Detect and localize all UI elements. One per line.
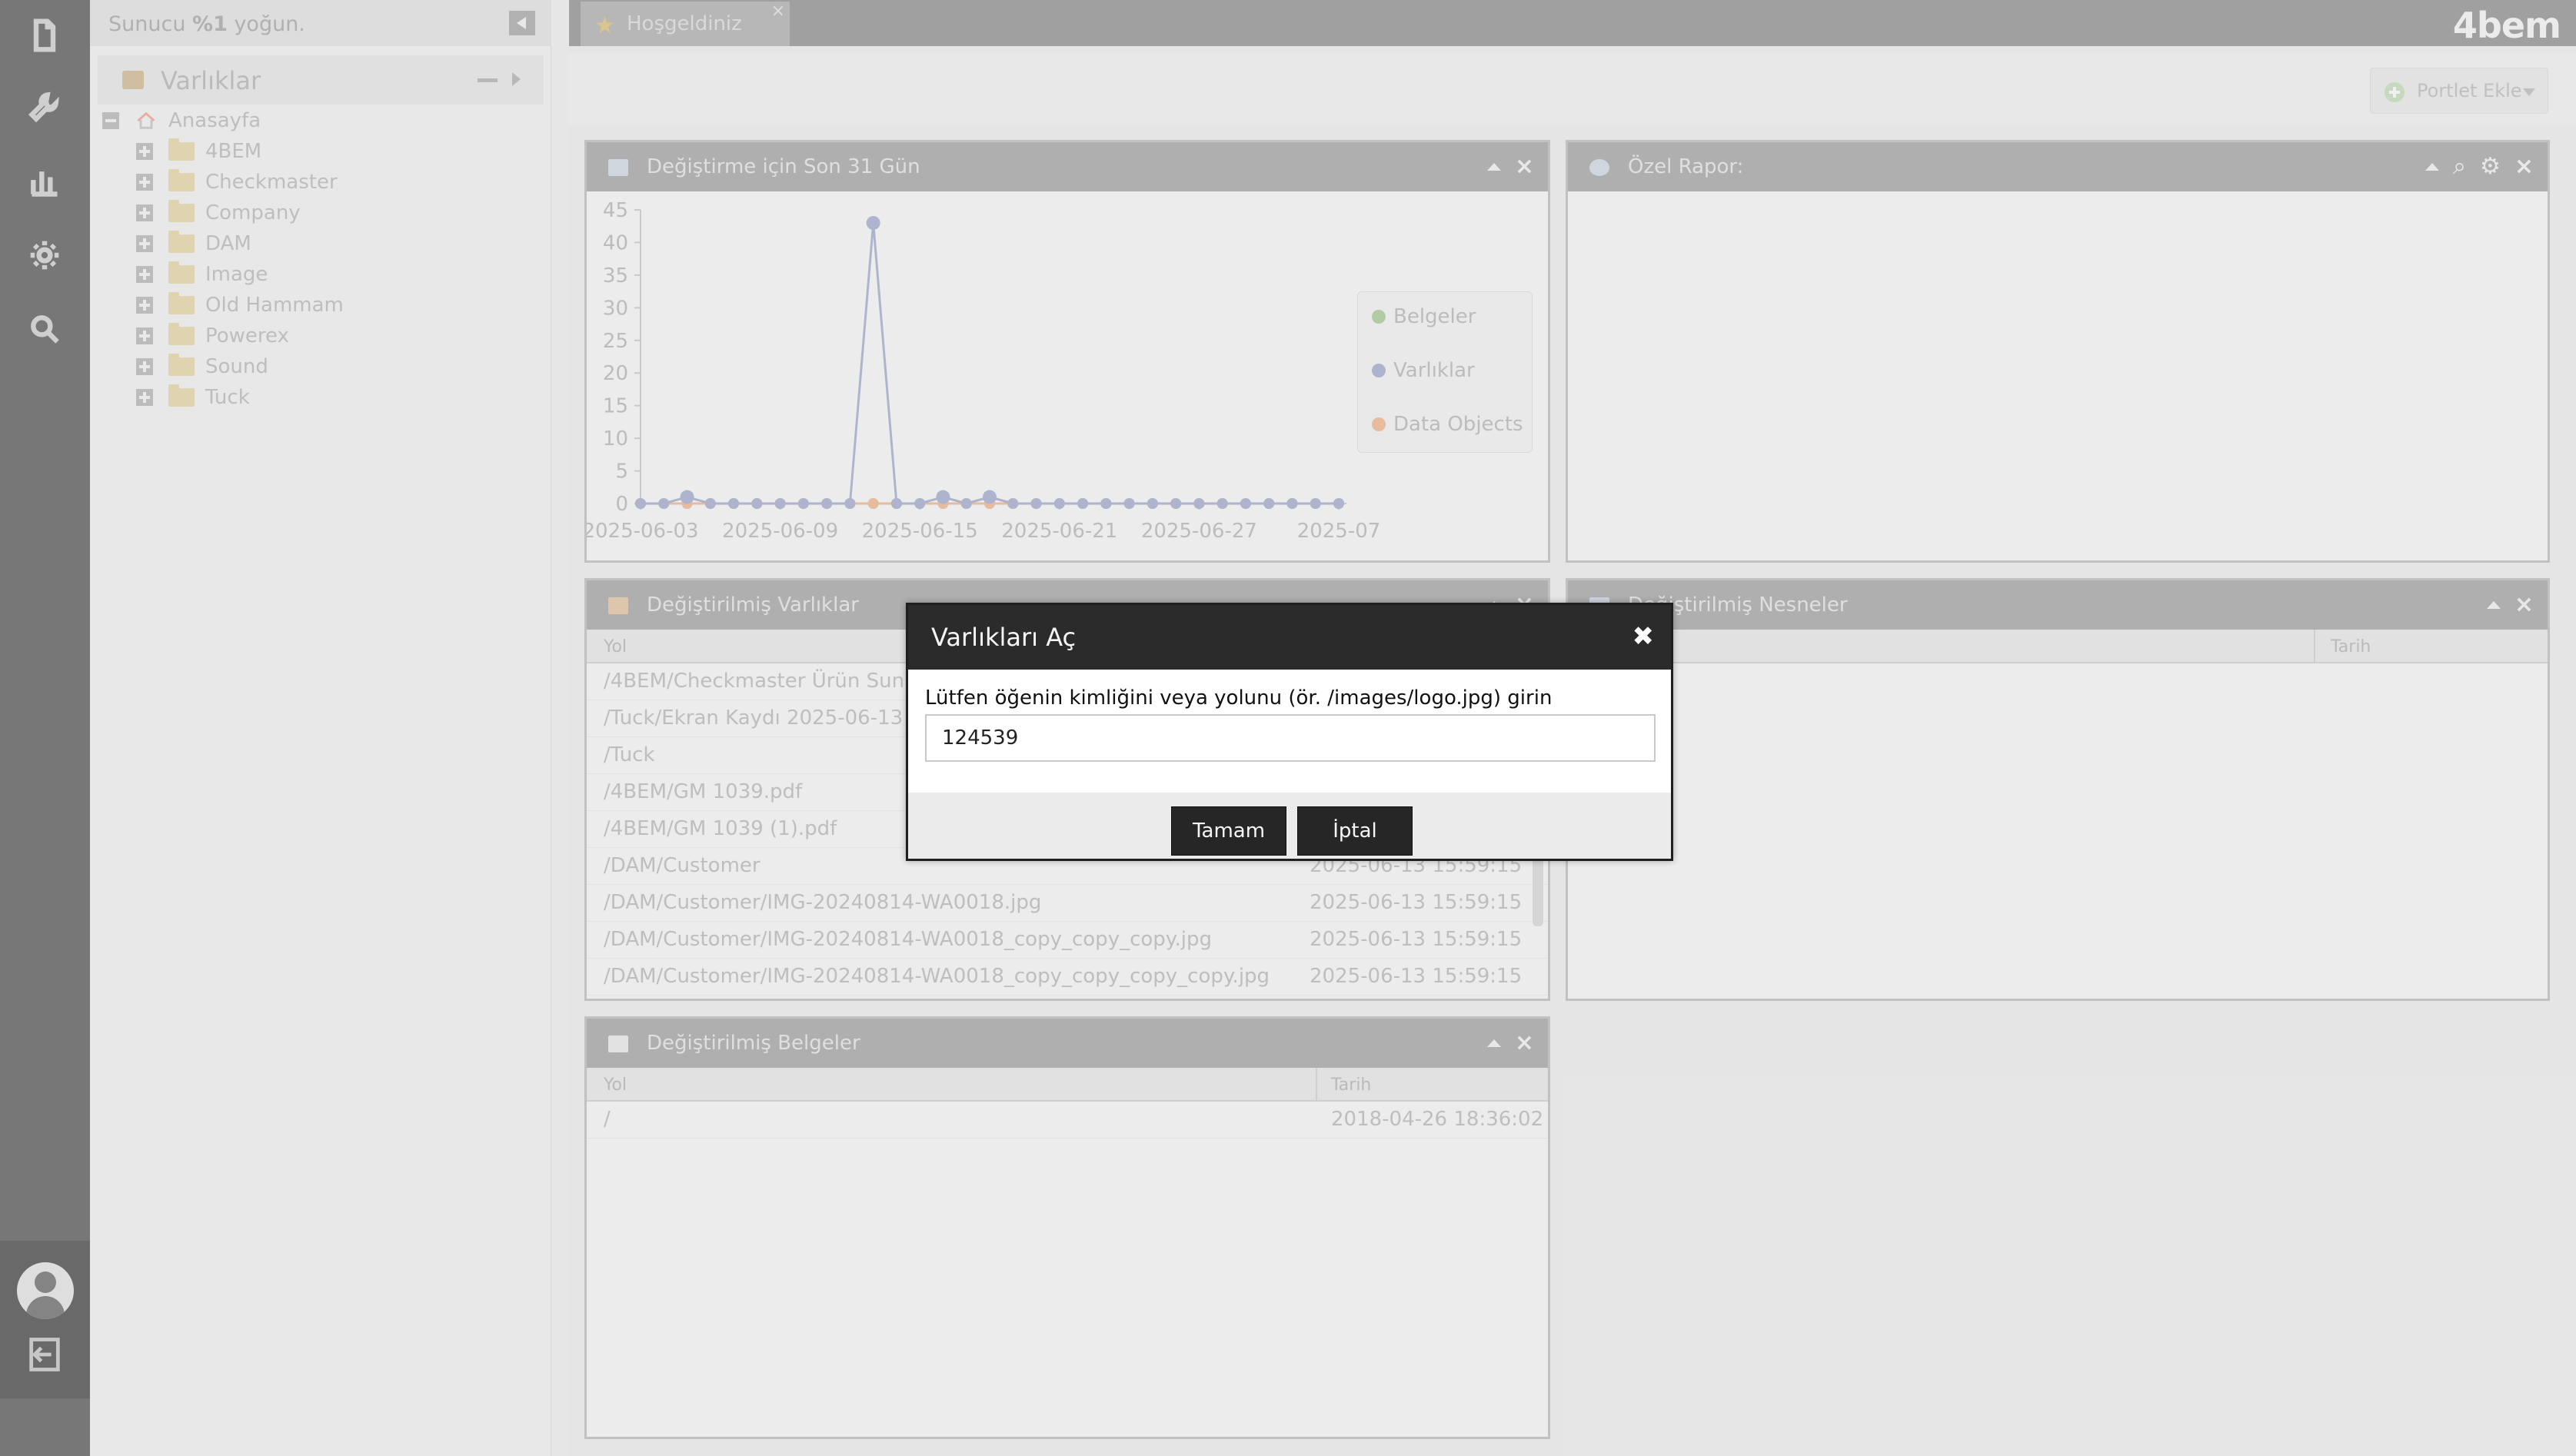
dialog-header: Varlıkları Aç ✖	[908, 605, 1671, 670]
asset-id-input[interactable]	[925, 714, 1656, 762]
open-assets-dialog: Varlıkları Aç ✖ Lütfen öğenin kimliğini …	[906, 603, 1673, 861]
ok-button[interactable]: Tamam	[1171, 806, 1286, 856]
close-dialog-icon[interactable]: ✖	[1632, 623, 1655, 650]
cancel-button[interactable]: İptal	[1297, 806, 1413, 856]
dialog-title: Varlıkları Aç	[931, 623, 1077, 652]
dialog-prompt: Lütfen öğenin kimliğini veya yolunu (ör.…	[925, 686, 1553, 710]
